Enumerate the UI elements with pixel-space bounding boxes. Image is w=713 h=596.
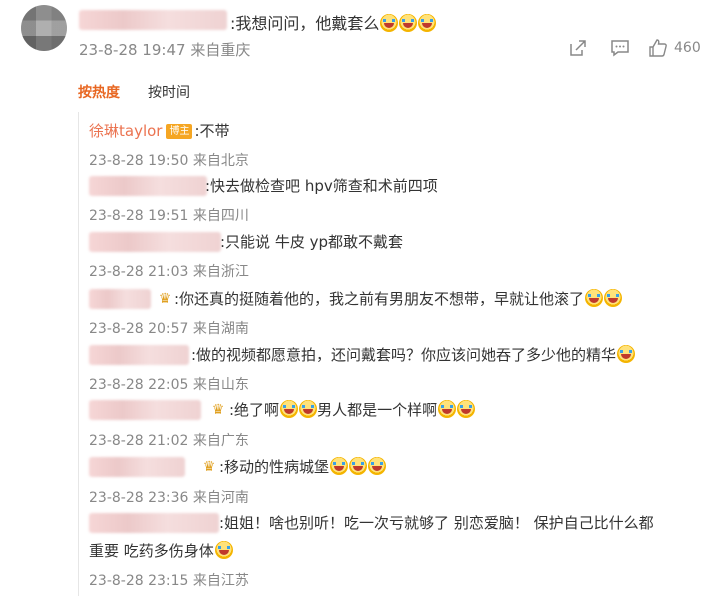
reply-content: 重要 吃药多伤身体: [89, 540, 233, 562]
commenter-avatar[interactable]: [21, 5, 67, 51]
comment-text: :我想问问，他戴套么: [230, 10, 437, 34]
reply-author-blurred[interactable]: [89, 232, 221, 252]
tab-sort-by-time[interactable]: 按时间: [148, 82, 190, 102]
comment-icon: [611, 40, 629, 57]
crown-badge-icon: ♛: [158, 291, 172, 307]
reply-meta: 23-8-28 20:57 来自湖南: [89, 318, 249, 338]
reply-content: :你还真的挺随着他的，我之前有男朋友不想带，早就让他滚了: [174, 288, 623, 310]
crying-emoji-icon: [604, 289, 623, 307]
commenter-name-blurred[interactable]: [79, 10, 227, 30]
share-icon: [570, 40, 586, 56]
reply-meta: 23-8-28 21:03 来自浙江: [89, 261, 249, 281]
reply-text: :只能说 牛皮 yp都敢不戴套: [220, 233, 403, 251]
reply-button[interactable]: [610, 38, 630, 58]
reply-location: 来自广东: [192, 433, 249, 449]
reply-text: :不带: [194, 122, 230, 140]
reply-timestamp: 23-8-28 22:05: [89, 377, 189, 393]
reply-timestamp: 23-8-28 19:51: [89, 208, 189, 224]
crying-emoji-icon: [399, 14, 418, 32]
reply-content: :绝了啊 男人都是一个样啊: [229, 399, 476, 421]
crying-emoji-icon: [214, 541, 233, 559]
reply-author-blurred[interactable]: [89, 457, 185, 477]
reply-timestamp: 23-8-28 23:36: [89, 490, 189, 506]
comment-location: 来自重庆: [190, 41, 251, 59]
reply-location: 来自北京: [192, 153, 249, 169]
crying-emoji-icon: [585, 289, 604, 307]
comment-text-content: :我想问问，他戴套么: [230, 14, 380, 33]
crying-emoji-icon: [617, 345, 636, 363]
crying-emoji-icon: [380, 14, 399, 32]
reply-timestamp: 23-8-28 23:15: [89, 573, 189, 589]
reply-timestamp: 23-8-28 21:03: [89, 264, 189, 280]
reply-location: 来自湖南: [192, 321, 249, 337]
reply-location: 来自江苏: [192, 573, 249, 589]
reply-timestamp: 23-8-28 20:57: [89, 321, 189, 337]
crown-badge-icon: ♛: [202, 459, 216, 475]
crying-emoji-icon: [330, 457, 349, 475]
crying-emoji-icon: [299, 400, 318, 418]
reply-meta: 23-8-28 19:50 来自北京: [89, 150, 249, 170]
reply-list: 徐琳taylor 博主:不带 23-8-28 19:50 来自北京 :快去做检查吧…: [78, 112, 699, 596]
thumbs-up-icon: [649, 39, 667, 57]
reply-meta: 23-8-28 21:02 来自广东: [89, 430, 249, 450]
crying-emoji-icon: [349, 457, 368, 475]
reply-text: :绝了啊: [229, 401, 280, 419]
reply-location: 来自山东: [192, 377, 249, 393]
blogger-badge: 博主: [166, 124, 193, 139]
reply-meta: 23-8-28 19:51 来自四川: [89, 205, 249, 225]
crying-emoji-icon: [418, 14, 437, 32]
reply-timestamp: 23-8-28 21:02: [89, 433, 189, 449]
reply-author[interactable]: 徐琳taylor: [89, 122, 162, 140]
reply-text: :姐姐！啥也别听！吃一次亏就够了 别恋爱脑！ 保护自己比什么都: [219, 514, 654, 532]
crying-emoji-icon: [438, 400, 457, 418]
reply-location: 来自河南: [192, 490, 249, 506]
reply-content: 徐琳taylor 博主:不带: [89, 120, 230, 142]
reply-location: 来自浙江: [192, 264, 249, 280]
crying-emoji-icon: [368, 457, 387, 475]
crying-emoji-icon: [457, 400, 476, 418]
reply-text: 男人都是一个样啊: [317, 401, 438, 419]
reply-text: :你还真的挺随着他的，我之前有男朋友不想带，早就让他滚了: [174, 290, 585, 308]
reply-author-blurred[interactable]: [89, 400, 201, 420]
reply-content: :做的视频都愿意拍，还问戴套吗？你应该问她吞了多少他的精华: [191, 344, 636, 366]
reply-timestamp: 23-8-28 19:50: [89, 153, 189, 169]
reply-meta: 23-8-28 23:15 来自江苏: [89, 570, 249, 590]
reply-author-blurred[interactable]: [89, 513, 219, 533]
like-count: 460: [674, 40, 701, 56]
reply-text: :做的视频都愿意拍，还问戴套吗？你应该问她吞了多少他的精华: [191, 346, 617, 364]
reply-text: 重要 吃药多伤身体: [89, 542, 214, 560]
reply-text: :快去做检查吧 hpv筛查和术前四项: [205, 177, 438, 195]
reply-text: :移动的性病城堡: [219, 458, 330, 476]
comment-meta: 23-8-28 19:47 来自重庆: [79, 39, 250, 60]
crown-badge-icon: ♛: [211, 402, 225, 418]
reply-location: 来自四川: [192, 208, 249, 224]
reply-author-blurred[interactable]: [89, 176, 207, 196]
share-button[interactable]: [568, 38, 588, 58]
reply-author-blurred[interactable]: [89, 345, 189, 365]
reply-content: :移动的性病城堡: [219, 456, 387, 478]
comment-timestamp: 23-8-28 19:47: [79, 41, 186, 59]
reply-meta: 23-8-28 23:36 来自河南: [89, 487, 249, 507]
crying-emoji-icon: [280, 400, 299, 418]
reply-meta: 23-8-28 22:05 来自山东: [89, 374, 249, 394]
tab-sort-by-hot[interactable]: 按热度: [78, 82, 120, 102]
reply-author-blurred[interactable]: [89, 289, 151, 309]
like-button[interactable]: 460: [648, 38, 701, 58]
